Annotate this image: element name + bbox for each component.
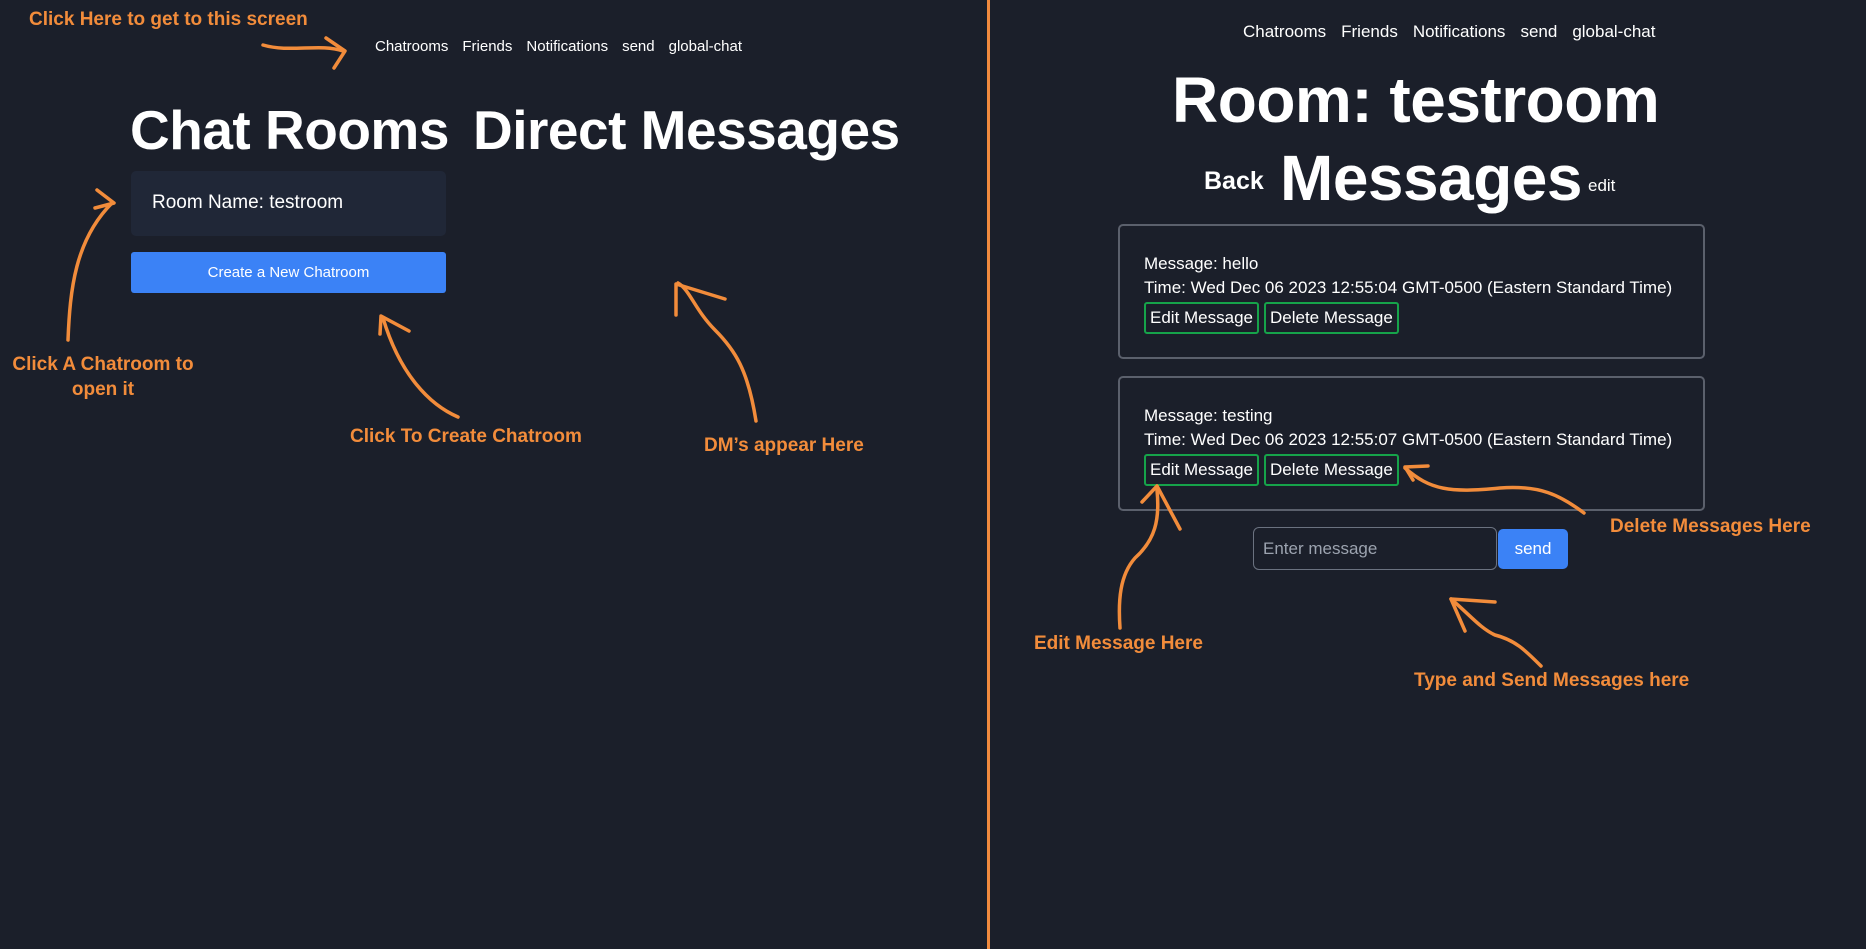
- arrow-nav-head: [324, 36, 347, 70]
- arrow-create: [381, 316, 460, 419]
- arrow-edit: [1117, 488, 1160, 630]
- arrow-nav: [261, 43, 345, 53]
- arrow-chatroom-head: [93, 188, 116, 210]
- arrow-dm: [676, 281, 758, 423]
- arrow-delete: [1403, 466, 1586, 515]
- arrow-chatroom: [66, 201, 114, 342]
- annotation-arrows: [66, 36, 1586, 668]
- arrow-edit-head: [1140, 484, 1182, 531]
